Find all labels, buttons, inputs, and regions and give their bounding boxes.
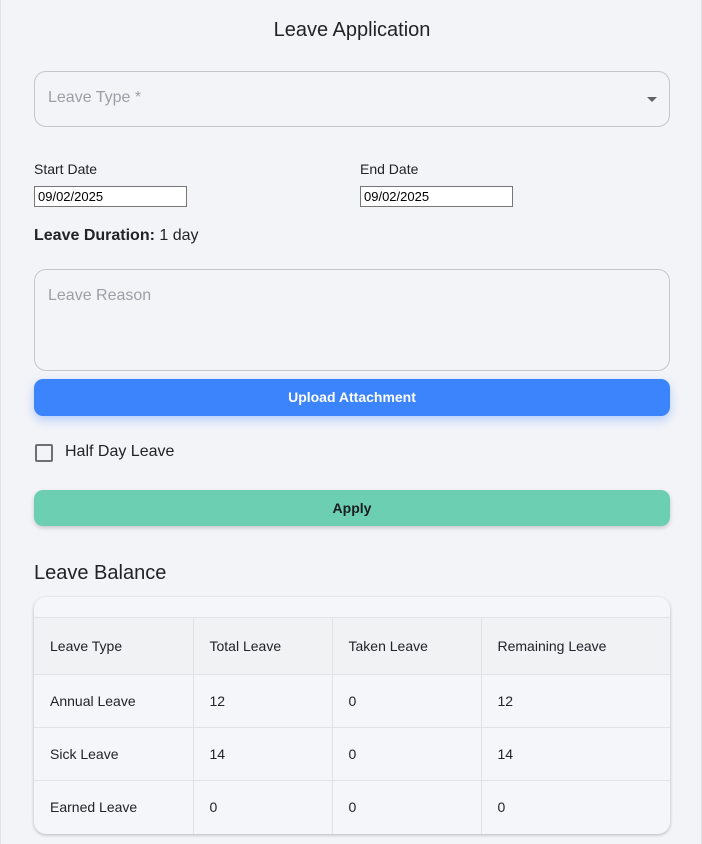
table-cell: Earned Leave (34, 780, 194, 834)
leave-balance-title: Leave Balance (34, 562, 167, 584)
column-header: Leave Type (34, 617, 194, 675)
table-row: Earned Leave 0 0 0 (34, 780, 670, 834)
column-header: Taken Leave (332, 617, 482, 675)
half-day-checkbox[interactable] (35, 444, 53, 462)
page-title: Leave Application (273, 19, 431, 41)
column-header: Remaining Leave (497, 638, 607, 654)
table-cell: 14 (193, 727, 333, 781)
table-cell: 0 (332, 727, 482, 781)
column-header: Total Leave (193, 617, 333, 675)
leave-balance-table: Leave Type Total Leave Taken Leave Remai… (34, 597, 670, 834)
table-row: Annual Leave 12 0 12 (34, 674, 670, 728)
half-day-label[interactable]: Half Day Leave (65, 443, 174, 461)
end-date-input[interactable]: 09/02/2025 (360, 186, 513, 207)
leave-application-page: Leave Application Leave Type * Start Dat… (0, 0, 702, 844)
end-date-label: End Date (360, 161, 419, 177)
leave-duration-label: Leave Duration: (34, 227, 155, 244)
leave-duration-value: 1 day (159, 227, 199, 244)
start-date-label: Start Date (34, 161, 98, 177)
chevron-down-icon (647, 97, 657, 102)
apply-button[interactable]: Apply (34, 490, 670, 526)
table-cell: 14 (497, 746, 514, 762)
start-date-input[interactable]: 09/02/2025 (34, 186, 187, 207)
leave-reason-placeholder: Leave Reason (48, 287, 152, 304)
table-cell: 12 (497, 693, 514, 709)
leave-reason-textarea[interactable]: Leave Reason (34, 269, 670, 371)
table-header-row: Leave Type Total Leave Taken Leave Remai… (34, 617, 670, 675)
table-cell: Annual Leave (34, 674, 194, 728)
table-cell: 0 (193, 780, 333, 834)
table-cell: 12 (193, 674, 333, 728)
leave-type-select[interactable]: Leave Type * (34, 71, 670, 127)
upload-attachment-button[interactable]: Upload Attachment (34, 379, 670, 416)
table-cell: 0 (497, 799, 506, 816)
leave-type-placeholder: Leave Type * (48, 89, 142, 106)
table-cell: 0 (332, 674, 482, 728)
table-row: Sick Leave 14 0 14 (34, 727, 670, 781)
leave-duration: Leave Duration: 1 day (34, 227, 199, 245)
table-cell: 0 (332, 780, 482, 834)
table-cell: Sick Leave (34, 727, 194, 781)
